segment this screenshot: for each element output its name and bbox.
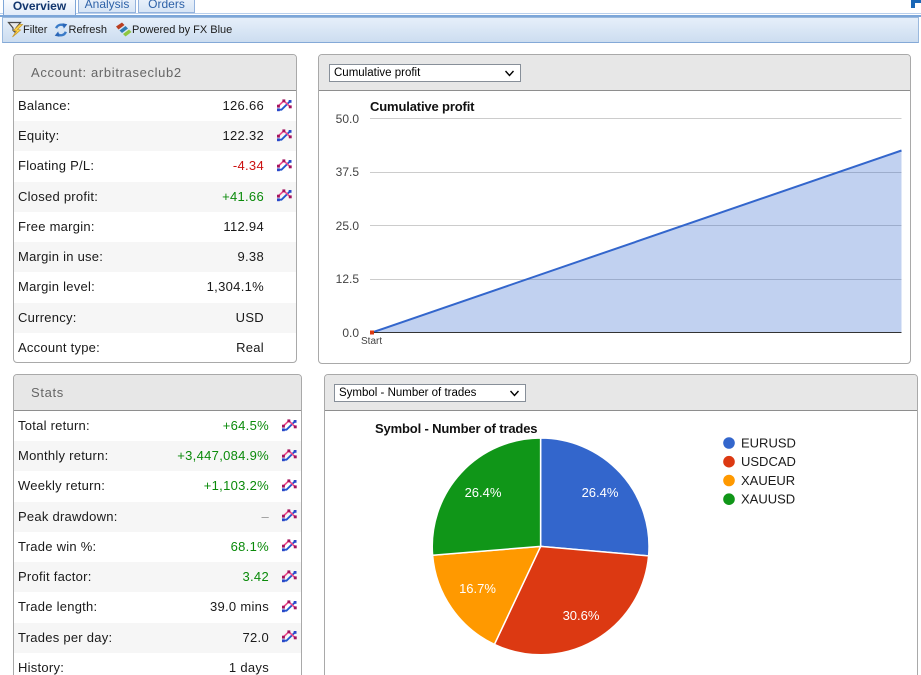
- svg-text:XAUUSD: XAUUSD: [741, 492, 795, 507]
- svg-text:30.6%: 30.6%: [563, 608, 600, 623]
- svg-text:EURUSD: EURUSD: [741, 436, 796, 451]
- svg-text:26.4%: 26.4%: [465, 485, 502, 500]
- svg-text:26.4%: 26.4%: [582, 485, 619, 500]
- svg-text:XAUEUR: XAUEUR: [741, 473, 795, 488]
- svg-text:USDCAD: USDCAD: [741, 454, 796, 469]
- svg-text:16.7%: 16.7%: [459, 581, 496, 596]
